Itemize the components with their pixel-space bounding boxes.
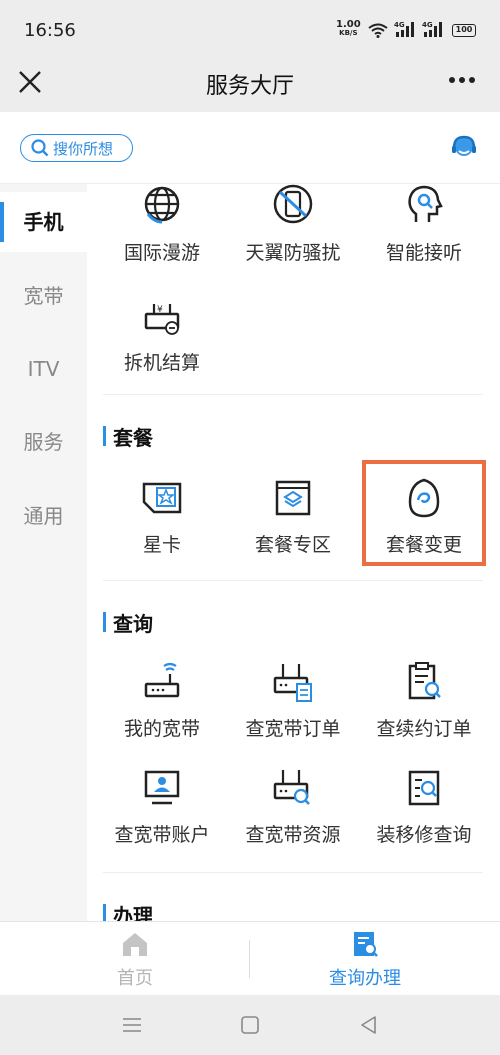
page-title: 服务大厅 — [205, 74, 294, 99]
sidebar-item-itv[interactable]: ITV — [0, 339, 87, 399]
grid-item-anti-harassment[interactable]: 天翼防骚扰 — [228, 184, 358, 265]
search-placeholder: 搜你所想 — [53, 139, 114, 158]
router-doc-icon — [273, 664, 312, 702]
grid-item-renewal-order[interactable]: 查续约订单 — [359, 660, 489, 741]
ai-head-icon — [408, 185, 443, 222]
service-grid: 国际漫游 天翼防骚扰 智能接听 ¥ 拆机结算 套餐 星卡 套餐专区 套餐变更 查… — [87, 184, 500, 921]
status-bar: 16:56 1.00 KB/S 4G 4G 100 — [0, 0, 500, 60]
router-settle-icon: ¥ — [144, 304, 180, 335]
category-sidebar: 手机 宽带 ITV 服务 通用 — [0, 184, 87, 921]
search-input[interactable]: 搜你所想 — [20, 134, 133, 162]
wifi-icon — [368, 23, 388, 38]
grid-item-broadband-order[interactable]: 查宽带订单 — [228, 660, 358, 741]
search-bar: 搜你所想 — [0, 112, 500, 184]
svg-text:¥: ¥ — [157, 305, 163, 315]
divider — [103, 394, 483, 395]
search-icon — [31, 139, 49, 157]
clipboard-search-icon — [408, 662, 441, 700]
grid-item-my-broadband[interactable]: 我的宽带 — [97, 660, 227, 741]
section-title-handle: 办理 — [103, 900, 153, 921]
customer-service-icon[interactable] — [450, 134, 478, 162]
grid-item-disconnect-settle[interactable]: ¥ 拆机结算 — [97, 294, 227, 375]
package-box-icon — [275, 480, 311, 516]
grid-item-smart-answer[interactable]: 智能接听 — [359, 184, 489, 265]
battery-icon: 100 — [452, 24, 476, 37]
section-title-package: 套餐 — [103, 422, 153, 451]
grid-item-install-repair-query[interactable]: 装移修查询 — [359, 766, 489, 847]
query-handle-icon — [354, 932, 378, 957]
tab-separator — [249, 940, 250, 978]
grid-item-broadband-resource[interactable]: 查宽带资源 — [228, 766, 358, 847]
network-speed: 1.00 KB/S — [336, 19, 361, 38]
phone-block-icon — [273, 184, 313, 224]
sidebar-item-service[interactable]: 服务 — [0, 412, 87, 472]
system-nav-bar — [0, 995, 500, 1055]
tab-query-handle[interactable]: 查询办理 — [290, 930, 440, 990]
divider — [103, 580, 483, 581]
svg-text:4G: 4G — [422, 21, 433, 29]
list-search-icon — [408, 770, 440, 806]
home-icon — [123, 933, 147, 956]
svg-text:4G: 4G — [394, 21, 405, 29]
sidebar-item-general[interactable]: 通用 — [0, 486, 87, 546]
grid-item-star-card[interactable]: 星卡 — [97, 476, 227, 557]
router-wifi-icon — [144, 662, 180, 698]
section-title-query: 查询 — [103, 608, 153, 637]
grid-item-broadband-account[interactable]: 查宽带账户 — [97, 766, 227, 847]
globe-icon — [144, 186, 180, 224]
tab-home[interactable]: 首页 — [60, 930, 210, 990]
grid-item-international-roaming[interactable]: 国际漫游 — [97, 184, 227, 265]
menu-icon[interactable] — [120, 1013, 144, 1037]
signal-icon: 4G — [394, 21, 414, 37]
sidebar-item-phone[interactable]: 手机 — [0, 192, 87, 252]
signal-icon: 4G — [422, 21, 442, 37]
router-search-icon — [273, 770, 310, 805]
bottom-tab-bar: 首页 查询办理 — [0, 921, 500, 995]
divider — [103, 872, 483, 873]
sim-star-icon — [142, 482, 182, 514]
monitor-user-icon — [144, 770, 180, 805]
highlight-box — [362, 460, 486, 566]
grid-item-package-zone[interactable]: 套餐专区 — [228, 476, 358, 557]
home-button-icon[interactable] — [238, 1013, 262, 1037]
status-time: 16:56 — [24, 20, 76, 41]
back-icon[interactable] — [357, 1013, 381, 1037]
sidebar-item-broadband[interactable]: 宽带 — [0, 266, 87, 326]
app-header: 服务大厅 — [0, 60, 500, 112]
more-icon[interactable] — [442, 68, 482, 92]
